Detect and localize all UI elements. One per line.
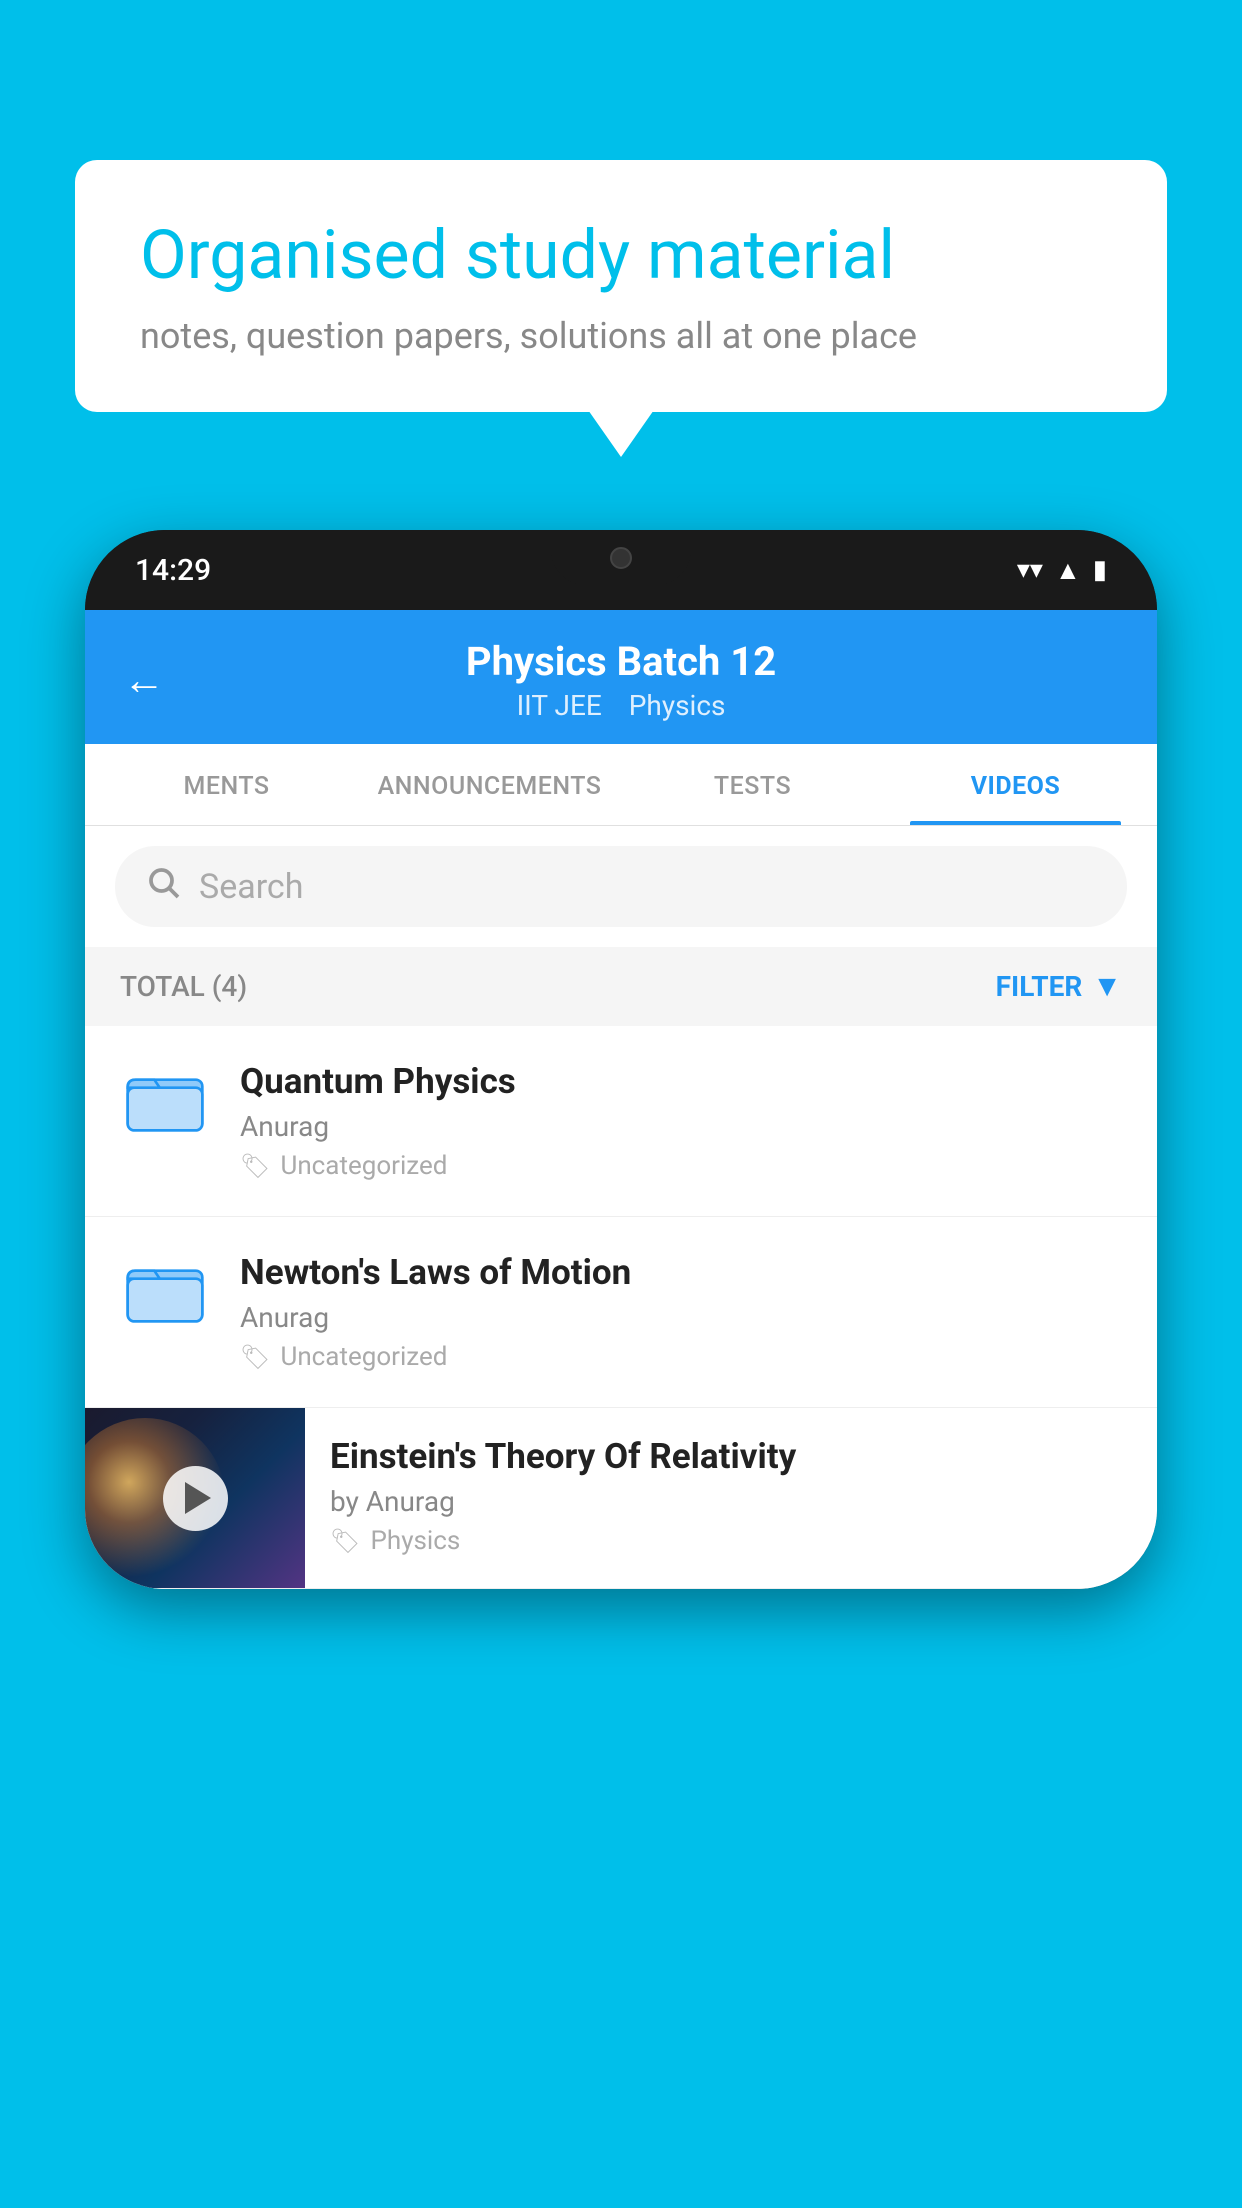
search-placeholder: Search	[199, 867, 303, 907]
tab-videos[interactable]: VIDEOS	[884, 744, 1147, 825]
search-container: Search	[85, 826, 1157, 947]
batch-subject: Physics	[629, 689, 726, 722]
header-title-block: Physics Batch 12 IIT JEE Physics	[466, 638, 776, 722]
tag-icon: 🏷	[240, 1343, 270, 1371]
tabs-bar: MENTS ANNOUNCEMENTS TESTS VIDEOS	[85, 744, 1157, 826]
app-header: ← Physics Batch 12 IIT JEE Physics	[85, 610, 1157, 744]
folder-icon	[125, 1252, 205, 1332]
status-bar: 14:29 ▾▾ ▲ ▮	[85, 530, 1157, 610]
filter-funnel-icon: ▼	[1092, 969, 1122, 1004]
video-tag: 🏷 Physics	[330, 1526, 1132, 1556]
filter-button[interactable]: FILTER ▼	[996, 969, 1122, 1004]
video-tag: 🏷 Uncategorized	[240, 1342, 1127, 1372]
phone-notch	[551, 530, 691, 585]
folder-thumbnail	[115, 1061, 215, 1141]
video-title: Quantum Physics	[240, 1061, 1127, 1102]
batch-subtitle: IIT JEE Physics	[466, 689, 776, 722]
search-icon	[145, 864, 181, 909]
list-item[interactable]: Newton's Laws of Motion Anurag 🏷 Uncateg…	[85, 1217, 1157, 1408]
speech-bubble-section: Organised study material notes, question…	[75, 160, 1167, 412]
video-author: Anurag	[240, 1110, 1127, 1143]
list-item[interactable]: Einstein's Theory Of Relativity by Anura…	[85, 1408, 1157, 1589]
speech-bubble: Organised study material notes, question…	[75, 160, 1167, 412]
video-title: Einstein's Theory Of Relativity	[330, 1436, 1132, 1477]
battery-icon: ▮	[1093, 555, 1107, 585]
video-info: Quantum Physics Anurag 🏷 Uncategorized	[240, 1061, 1127, 1181]
phone-frame: 14:29 ▾▾ ▲ ▮ ← Physics Batch 12 IIT JEE …	[85, 530, 1157, 1589]
filter-bar: TOTAL (4) FILTER ▼	[85, 947, 1157, 1026]
back-button[interactable]: ←	[123, 656, 165, 705]
batch-title: Physics Batch 12	[466, 638, 776, 685]
video-list: Quantum Physics Anurag 🏷 Uncategorized	[85, 1026, 1157, 1589]
play-triangle-icon	[185, 1482, 211, 1514]
tag-label: Physics	[370, 1526, 460, 1556]
total-count: TOTAL (4)	[120, 970, 247, 1003]
status-icons: ▾▾ ▲ ▮	[1017, 555, 1107, 586]
wifi-icon: ▾▾	[1017, 555, 1043, 585]
video-info: Einstein's Theory Of Relativity by Anura…	[305, 1408, 1157, 1584]
list-item[interactable]: Quantum Physics Anurag 🏷 Uncategorized	[85, 1026, 1157, 1217]
tag-label: Uncategorized	[280, 1342, 447, 1372]
search-bar[interactable]: Search	[115, 846, 1127, 927]
phone-wrapper: 14:29 ▾▾ ▲ ▮ ← Physics Batch 12 IIT JEE …	[85, 530, 1157, 2208]
phone-time: 14:29	[135, 553, 211, 588]
tag-label: Uncategorized	[280, 1151, 447, 1181]
signal-icon: ▲	[1055, 555, 1081, 586]
video-info: Newton's Laws of Motion Anurag 🏷 Uncateg…	[240, 1252, 1127, 1372]
tab-ments[interactable]: MENTS	[95, 744, 358, 825]
camera	[610, 547, 632, 569]
folder-icon	[125, 1061, 205, 1141]
speech-bubble-subtitle: notes, question papers, solutions all at…	[140, 315, 1102, 357]
tag-icon: 🏷	[240, 1152, 270, 1180]
tab-announcements[interactable]: ANNOUNCEMENTS	[358, 744, 621, 825]
video-thumbnail-image	[85, 1408, 305, 1588]
tag-icon: 🏷	[330, 1527, 360, 1555]
filter-label: FILTER	[996, 970, 1083, 1003]
play-button[interactable]	[163, 1466, 228, 1531]
speech-bubble-title: Organised study material	[140, 215, 1102, 297]
video-author: by Anurag	[330, 1485, 1132, 1518]
video-title: Newton's Laws of Motion	[240, 1252, 1127, 1293]
video-author: Anurag	[240, 1301, 1127, 1334]
tab-tests[interactable]: TESTS	[621, 744, 884, 825]
phone-screen: ← Physics Batch 12 IIT JEE Physics MENTS…	[85, 610, 1157, 1589]
batch-category: IIT JEE	[517, 689, 602, 722]
folder-thumbnail	[115, 1252, 215, 1332]
video-tag: 🏷 Uncategorized	[240, 1151, 1127, 1181]
